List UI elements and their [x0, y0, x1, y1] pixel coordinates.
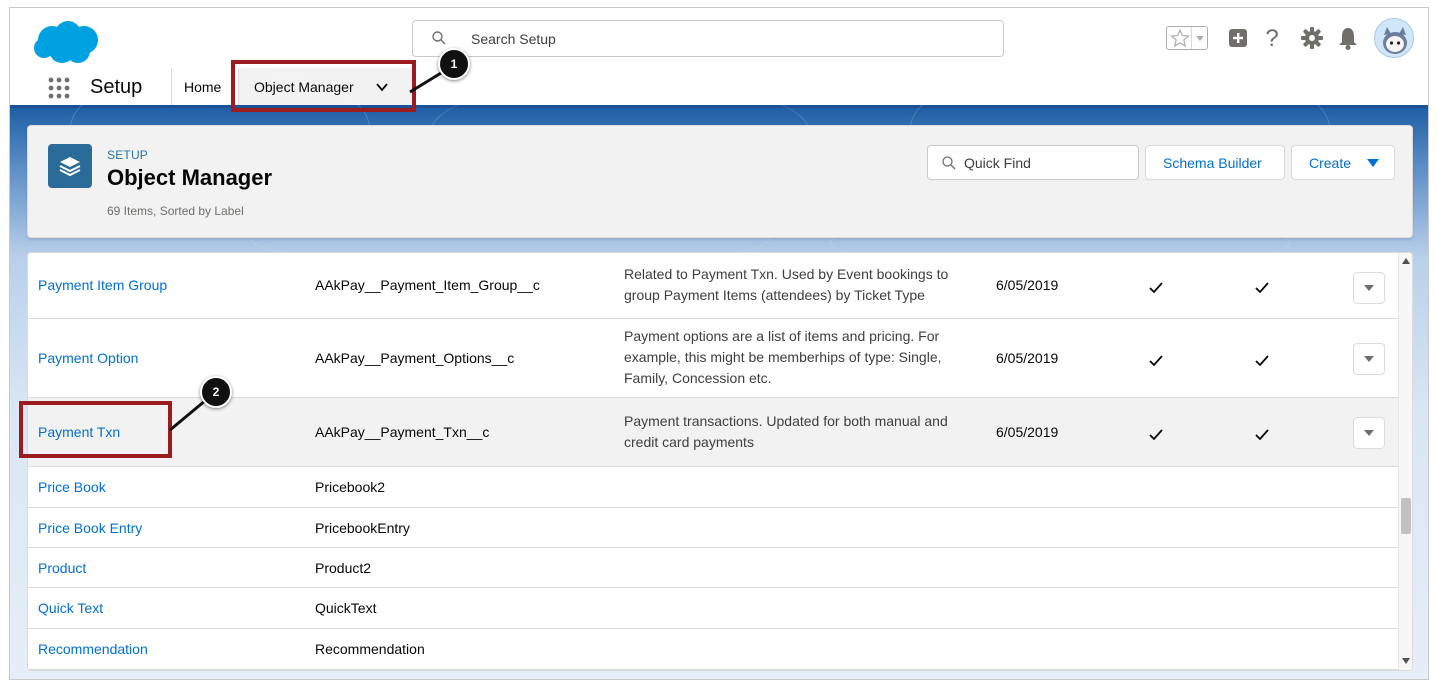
callout-badge-1: 1 — [438, 48, 470, 80]
app-frame: Search Setup ? Setup Home Object Manager… — [9, 7, 1429, 680]
callout-pointer-lines — [169, 68, 447, 432]
callout-badge-2: 2 — [200, 376, 232, 408]
